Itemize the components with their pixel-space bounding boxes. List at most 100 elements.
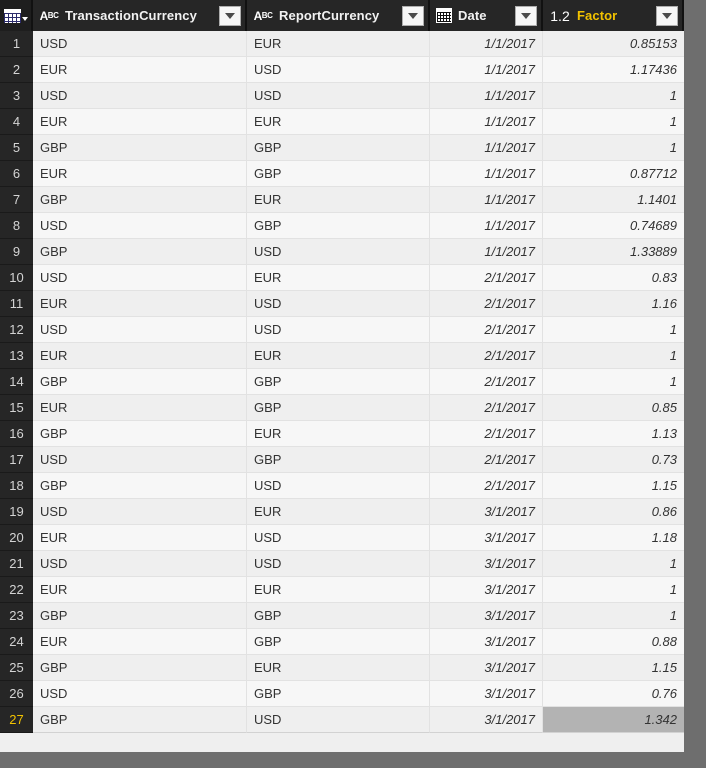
cell-transactioncurrency[interactable]: USD [33,447,247,473]
cell-date[interactable]: 3/1/2017 [430,603,543,629]
cell-transactioncurrency[interactable]: GBP [33,473,247,499]
cell-reportcurrency[interactable]: GBP [247,681,430,707]
column-header-date[interactable]: Date [430,0,543,31]
cell-reportcurrency[interactable]: GBP [247,447,430,473]
cell-factor[interactable]: 1.18 [543,525,684,551]
cell-factor[interactable]: 1 [543,343,684,369]
cell-transactioncurrency[interactable]: EUR [33,525,247,551]
cell-transactioncurrency[interactable]: USD [33,265,247,291]
cell-factor[interactable]: 1.17436 [543,57,684,83]
cell-date[interactable]: 1/1/2017 [430,83,543,109]
row-number[interactable]: 18 [0,473,33,499]
cell-date[interactable]: 2/1/2017 [430,265,543,291]
cell-date[interactable]: 1/1/2017 [430,239,543,265]
cell-reportcurrency[interactable]: EUR [247,187,430,213]
cell-factor[interactable]: 1 [543,369,684,395]
cell-reportcurrency[interactable]: GBP [247,213,430,239]
cell-factor[interactable]: 0.86 [543,499,684,525]
row-number[interactable]: 3 [0,83,33,109]
cell-date[interactable]: 3/1/2017 [430,499,543,525]
cell-transactioncurrency[interactable]: EUR [33,291,247,317]
cell-transactioncurrency[interactable]: GBP [33,135,247,161]
cell-date[interactable]: 2/1/2017 [430,291,543,317]
cell-reportcurrency[interactable]: USD [247,83,430,109]
cell-date[interactable]: 2/1/2017 [430,421,543,447]
table-row[interactable]: 16 GBP EUR 2/1/2017 1.13 [0,421,684,447]
row-number[interactable]: 5 [0,135,33,161]
table-row[interactable]: 2 EUR USD 1/1/2017 1.17436 [0,57,684,83]
cell-reportcurrency[interactable]: EUR [247,499,430,525]
table-row[interactable]: 1 USD EUR 1/1/2017 0.85153 [0,31,684,57]
row-number[interactable]: 27 [0,707,33,733]
cell-reportcurrency[interactable]: EUR [247,31,430,57]
column-header-factor[interactable]: 1.2 Factor [543,0,684,31]
cell-transactioncurrency[interactable]: USD [33,83,247,109]
table-row[interactable]: 8 USD GBP 1/1/2017 0.74689 [0,213,684,239]
cell-date[interactable]: 1/1/2017 [430,187,543,213]
cell-transactioncurrency[interactable]: USD [33,681,247,707]
row-number[interactable]: 14 [0,369,33,395]
cell-reportcurrency[interactable]: EUR [247,421,430,447]
cell-transactioncurrency[interactable]: USD [33,317,247,343]
row-number[interactable]: 4 [0,109,33,135]
table-row[interactable]: 5 GBP GBP 1/1/2017 1 [0,135,684,161]
row-number[interactable]: 23 [0,603,33,629]
cell-factor[interactable]: 1.16 [543,291,684,317]
table-row[interactable]: 22 EUR EUR 3/1/2017 1 [0,577,684,603]
cell-transactioncurrency[interactable]: EUR [33,577,247,603]
table-row[interactable]: 4 EUR EUR 1/1/2017 1 [0,109,684,135]
cell-reportcurrency[interactable]: USD [247,57,430,83]
cell-date[interactable]: 1/1/2017 [430,161,543,187]
cell-transactioncurrency[interactable]: EUR [33,57,247,83]
cell-factor[interactable]: 1 [543,317,684,343]
row-number[interactable]: 20 [0,525,33,551]
cell-reportcurrency[interactable]: GBP [247,369,430,395]
cell-date[interactable]: 1/1/2017 [430,135,543,161]
table-row[interactable]: 13 EUR EUR 2/1/2017 1 [0,343,684,369]
cell-date[interactable]: 3/1/2017 [430,655,543,681]
cell-date[interactable]: 1/1/2017 [430,213,543,239]
row-number[interactable]: 6 [0,161,33,187]
cell-factor[interactable]: 1 [543,109,684,135]
row-number[interactable]: 19 [0,499,33,525]
row-number[interactable]: 17 [0,447,33,473]
row-number[interactable]: 22 [0,577,33,603]
filter-dropdown-button-date[interactable] [515,5,537,26]
filter-dropdown-button-factor[interactable] [656,5,678,26]
table-row[interactable]: 26 USD GBP 3/1/2017 0.76 [0,681,684,707]
filter-dropdown-button-transactioncurrency[interactable] [219,5,241,26]
cell-date[interactable]: 3/1/2017 [430,629,543,655]
row-number[interactable]: 21 [0,551,33,577]
cell-reportcurrency[interactable]: GBP [247,629,430,655]
cell-date[interactable]: 1/1/2017 [430,57,543,83]
table-row[interactable]: 14 GBP GBP 2/1/2017 1 [0,369,684,395]
cell-reportcurrency[interactable]: EUR [247,577,430,603]
cell-reportcurrency[interactable]: GBP [247,395,430,421]
table-row[interactable]: 20 EUR USD 3/1/2017 1.18 [0,525,684,551]
filter-dropdown-button-reportcurrency[interactable] [402,5,424,26]
cell-date[interactable]: 3/1/2017 [430,525,543,551]
column-header-transactioncurrency[interactable]: ABC TransactionCurrency [33,0,247,31]
cell-factor[interactable]: 1.13 [543,421,684,447]
row-number[interactable]: 2 [0,57,33,83]
cell-transactioncurrency[interactable]: EUR [33,395,247,421]
cell-transactioncurrency[interactable]: EUR [33,109,247,135]
cell-factor[interactable]: 1.15 [543,473,684,499]
cell-transactioncurrency[interactable]: GBP [33,655,247,681]
table-row[interactable]: 7 GBP EUR 1/1/2017 1.1401 [0,187,684,213]
column-header-reportcurrency[interactable]: ABC ReportCurrency [247,0,430,31]
cell-reportcurrency[interactable]: USD [247,707,430,733]
cell-reportcurrency[interactable]: USD [247,317,430,343]
cell-transactioncurrency[interactable]: GBP [33,369,247,395]
cell-transactioncurrency[interactable]: EUR [33,343,247,369]
cell-date[interactable]: 3/1/2017 [430,577,543,603]
cell-date[interactable]: 3/1/2017 [430,551,543,577]
table-row[interactable]: 24 EUR GBP 3/1/2017 0.88 [0,629,684,655]
cell-factor[interactable]: 0.76 [543,681,684,707]
row-number[interactable]: 15 [0,395,33,421]
cell-reportcurrency[interactable]: USD [247,525,430,551]
cell-factor[interactable]: 1.15 [543,655,684,681]
cell-factor[interactable]: 0.73 [543,447,684,473]
table-row[interactable]: 15 EUR GBP 2/1/2017 0.85 [0,395,684,421]
cell-factor[interactable]: 1 [543,603,684,629]
